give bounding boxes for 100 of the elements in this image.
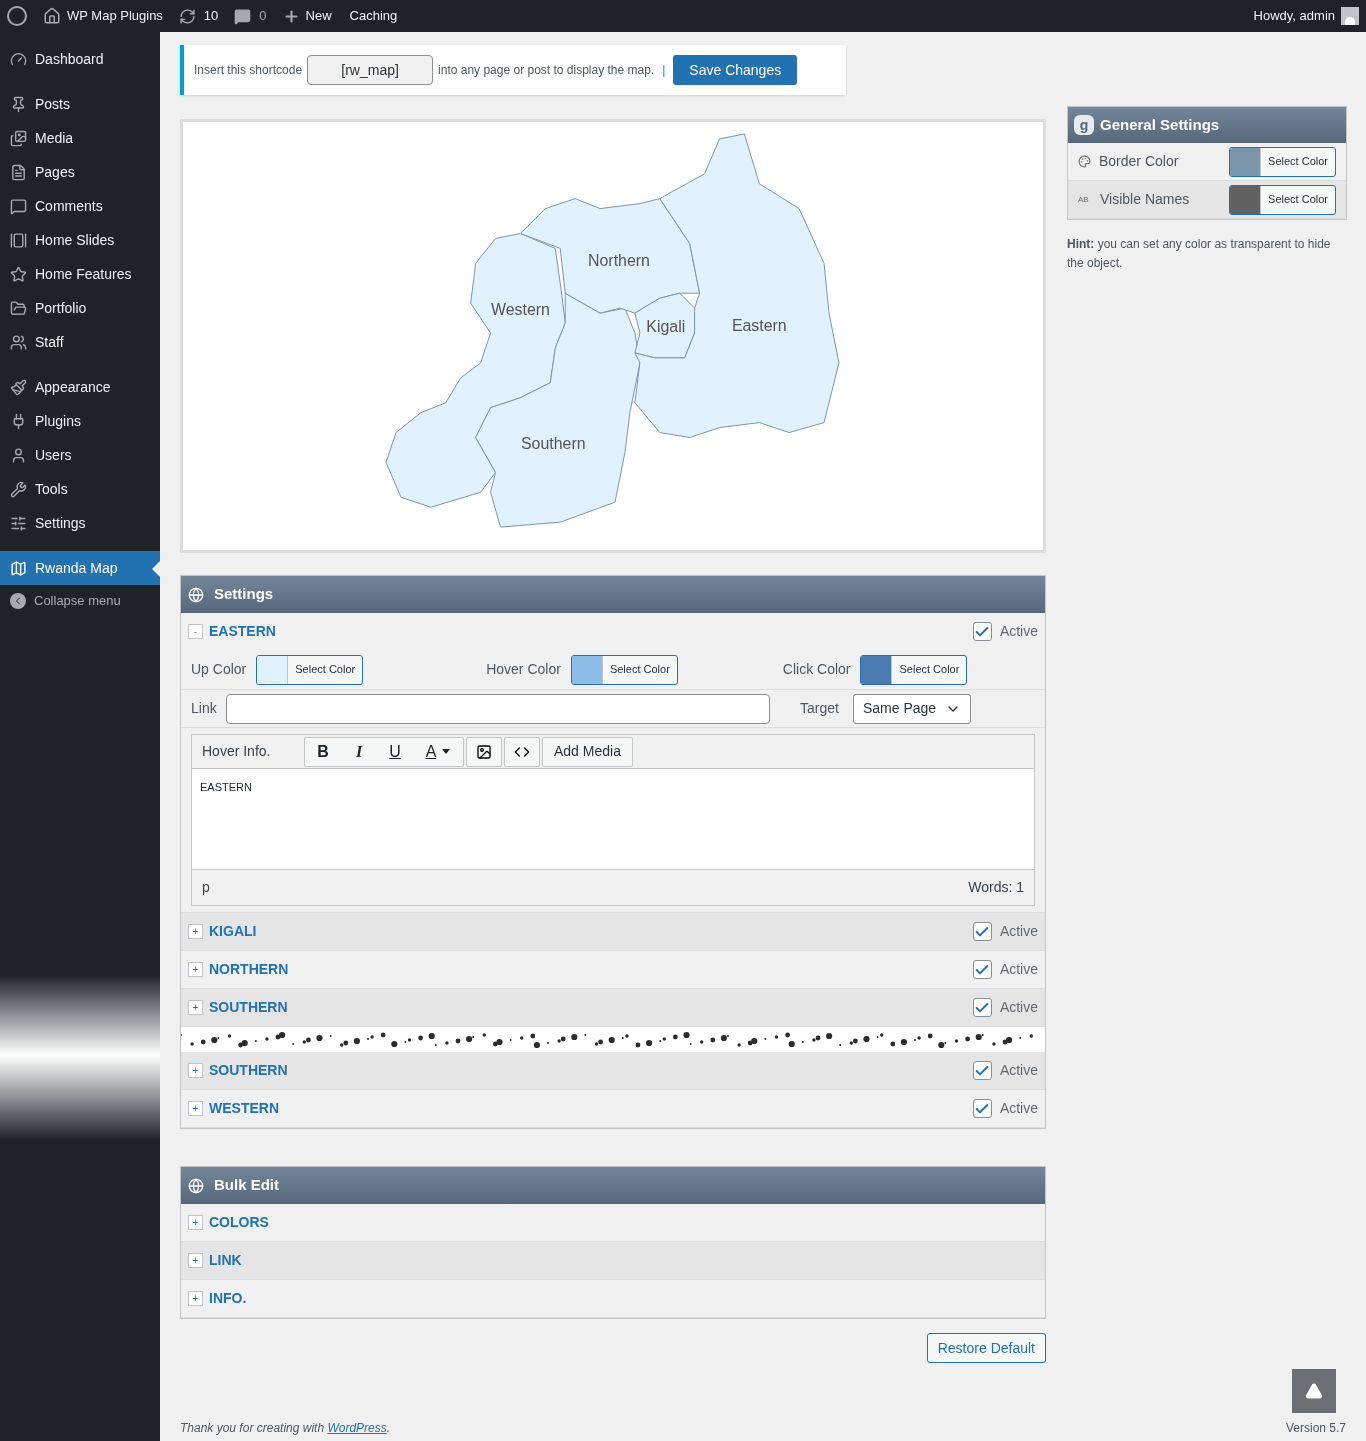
active-label: Active bbox=[999, 622, 1038, 641]
sidebar-item[interactable]: Staff bbox=[0, 325, 160, 359]
toggle-button[interactable]: + bbox=[188, 1063, 203, 1078]
greeting-link[interactable]: Howdy, admin bbox=[1253, 6, 1335, 26]
menu-icon bbox=[10, 514, 27, 532]
sidebar-item[interactable]: Home Slides bbox=[0, 223, 160, 257]
updates-icon bbox=[178, 7, 196, 25]
toggle-button[interactable]: + bbox=[188, 1253, 203, 1268]
toggle-button[interactable]: + bbox=[188, 1291, 203, 1306]
wordpress-link[interactable]: WordPress bbox=[327, 1421, 387, 1435]
select-color-label: Select Color bbox=[1260, 185, 1335, 214]
sidebar-item[interactable]: Posts bbox=[0, 87, 160, 121]
format-button[interactable]: I bbox=[341, 737, 377, 766]
home-icon bbox=[43, 7, 61, 25]
bulk-edit-item[interactable]: COLORS bbox=[209, 1212, 269, 1233]
active-label: Active bbox=[999, 998, 1038, 1017]
sidebar-item[interactable]: Users bbox=[0, 438, 160, 472]
caching-link[interactable]: Caching bbox=[349, 6, 398, 26]
color-picker[interactable]: Select Color bbox=[570, 654, 678, 685]
region-label: Eastern bbox=[731, 317, 787, 334]
region-name[interactable]: KIGALI bbox=[209, 921, 257, 942]
region-name[interactable]: NORTHERN bbox=[209, 959, 289, 980]
updates-count[interactable]: 10 bbox=[203, 6, 219, 26]
sidebar-item[interactable]: Tools bbox=[0, 472, 160, 506]
code-button[interactable] bbox=[504, 736, 540, 767]
toggle-button[interactable]: + bbox=[188, 1215, 203, 1230]
bulk-edit-item[interactable]: LINK bbox=[209, 1250, 242, 1271]
sidebar-item[interactable]: Home Features bbox=[0, 257, 160, 291]
version-text: Version 5.7 bbox=[1285, 1420, 1346, 1437]
menu-icon bbox=[10, 231, 27, 249]
region-name[interactable]: EASTERN bbox=[209, 621, 276, 642]
color-picker[interactable]: Select Color bbox=[1229, 146, 1336, 177]
panel-title: Bulk Edit bbox=[214, 1175, 279, 1196]
region-name[interactable]: WESTERN bbox=[209, 1098, 279, 1119]
active-checkbox[interactable] bbox=[972, 1099, 992, 1118]
menu-icon bbox=[10, 480, 27, 498]
format-button[interactable]: A bbox=[413, 737, 463, 766]
toggle-button[interactable]: + bbox=[188, 924, 203, 939]
format-button[interactable]: B bbox=[305, 737, 341, 766]
text-icon: AB bbox=[1078, 193, 1092, 206]
site-name-link[interactable]: WP Map Plugins bbox=[67, 6, 163, 26]
color-label: Up Color bbox=[191, 660, 247, 679]
globe-icon bbox=[188, 586, 204, 603]
color-picker[interactable]: Select Color bbox=[860, 654, 968, 685]
insert-image-button[interactable] bbox=[466, 736, 502, 767]
region-name[interactable]: SOUTHERN bbox=[209, 1060, 288, 1081]
region-shape[interactable] bbox=[634, 292, 696, 359]
menu-icon bbox=[10, 299, 27, 317]
region-label: Western bbox=[490, 301, 550, 319]
active-checkbox[interactable] bbox=[972, 1061, 992, 1080]
select-color-label: Select Color bbox=[601, 655, 677, 684]
notice-text: into any page or post to display the map. bbox=[438, 62, 655, 79]
hint-text: Hint: you can set any color as transparent to hide the object. bbox=[1067, 236, 1332, 272]
globe-icon bbox=[188, 1177, 204, 1194]
target-label: Target bbox=[800, 699, 839, 718]
sidebar-item[interactable]: Plugins bbox=[0, 404, 160, 438]
region-label: Kigali bbox=[646, 318, 686, 335]
collapse-icon bbox=[10, 593, 26, 609]
target-select[interactable]: Same Page bbox=[852, 693, 971, 724]
color-picker[interactable]: Select Color bbox=[1229, 184, 1336, 215]
sidebar-item[interactable]: Pages bbox=[0, 155, 160, 189]
menu-icon bbox=[10, 559, 27, 577]
toggle-button[interactable]: + bbox=[188, 962, 203, 977]
toggle-button[interactable]: + bbox=[188, 1101, 203, 1116]
new-link[interactable]: New bbox=[305, 6, 332, 26]
region-name[interactable]: SOUTHERN bbox=[209, 997, 288, 1018]
region-label: Southern bbox=[521, 435, 586, 453]
toggle-button[interactable]: + bbox=[188, 1000, 203, 1015]
toggle-button[interactable]: - bbox=[188, 624, 203, 639]
editor-area[interactable]: EASTERN bbox=[192, 769, 1034, 869]
link-field[interactable] bbox=[226, 693, 770, 724]
active-checkbox[interactable] bbox=[972, 622, 992, 641]
save-changes-button[interactable]: Save Changes bbox=[673, 55, 798, 85]
comments-count[interactable]: 0 bbox=[259, 6, 267, 26]
region-label: Northern bbox=[588, 252, 650, 270]
collapse-menu[interactable]: Collapse menu bbox=[0, 584, 160, 618]
restore-default-button[interactable]: Restore Default bbox=[926, 1333, 1046, 1363]
bulk-edit-item[interactable]: INFO. bbox=[209, 1288, 247, 1309]
sidebar-item[interactable]: Comments bbox=[0, 189, 160, 223]
sidebar-item[interactable]: Rwanda Map bbox=[0, 551, 160, 585]
sidebar-item[interactable]: Appearance bbox=[0, 370, 160, 404]
sidebar-item[interactable]: Portfolio bbox=[0, 291, 160, 325]
shortcode-field[interactable]: [rw_map] bbox=[307, 55, 434, 85]
sidebar-item[interactable]: Media bbox=[0, 121, 160, 155]
color-label: Click Color bbox=[782, 660, 851, 679]
notice-text: Insert this shortcode bbox=[194, 62, 303, 79]
add-media-button[interactable]: Add Media bbox=[542, 736, 633, 767]
active-checkbox[interactable] bbox=[972, 998, 992, 1017]
panel-title: Settings bbox=[214, 584, 274, 605]
menu-icon bbox=[10, 50, 27, 68]
sidebar-item[interactable]: Settings bbox=[0, 506, 160, 540]
sidebar-item[interactable]: Dashboard bbox=[0, 42, 160, 76]
active-checkbox[interactable] bbox=[972, 960, 992, 979]
color-picker[interactable]: Select Color bbox=[256, 654, 364, 685]
scroll-top-button[interactable] bbox=[1292, 1369, 1336, 1413]
up-arrow-icon bbox=[1305, 1382, 1323, 1400]
active-label: Active bbox=[999, 922, 1038, 941]
format-button[interactable]: U bbox=[377, 737, 413, 766]
active-label: Active bbox=[999, 1061, 1038, 1080]
active-checkbox[interactable] bbox=[972, 922, 992, 941]
